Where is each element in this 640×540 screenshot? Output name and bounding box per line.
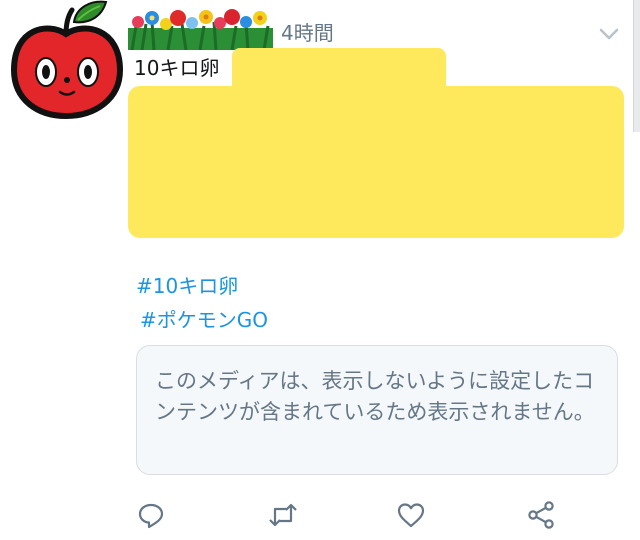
display-name-flowers[interactable] bbox=[128, 8, 273, 50]
hashtag-link[interactable]: #ポケモンGO bbox=[140, 306, 268, 334]
reply-button[interactable] bbox=[136, 500, 166, 530]
retweet-button[interactable] bbox=[268, 500, 298, 530]
retweet-icon bbox=[269, 503, 297, 527]
chevron-down-icon[interactable] bbox=[598, 26, 620, 42]
scrollbar[interactable] bbox=[633, 0, 640, 132]
like-button[interactable] bbox=[396, 500, 426, 530]
sensitive-media-notice[interactable]: このメディアは、表示しないように設定したコンテンツが含まれているため表示されませ… bbox=[136, 345, 618, 475]
hashtag-link[interactable]: #10キロ卵 bbox=[136, 272, 238, 300]
tweet-timestamp[interactable]: 4時間 bbox=[281, 20, 334, 46]
share-icon bbox=[528, 501, 554, 529]
tweet-text: 10キロ卵 bbox=[134, 56, 220, 80]
sensitive-media-text: このメディアは、表示しないように設定したコンテンツが含まれているため表示されませ… bbox=[155, 369, 595, 424]
heart-icon bbox=[397, 503, 425, 528]
redaction-block bbox=[128, 86, 624, 238]
share-button[interactable] bbox=[526, 500, 556, 530]
reply-icon bbox=[138, 503, 164, 529]
avatar[interactable] bbox=[8, 0, 126, 120]
